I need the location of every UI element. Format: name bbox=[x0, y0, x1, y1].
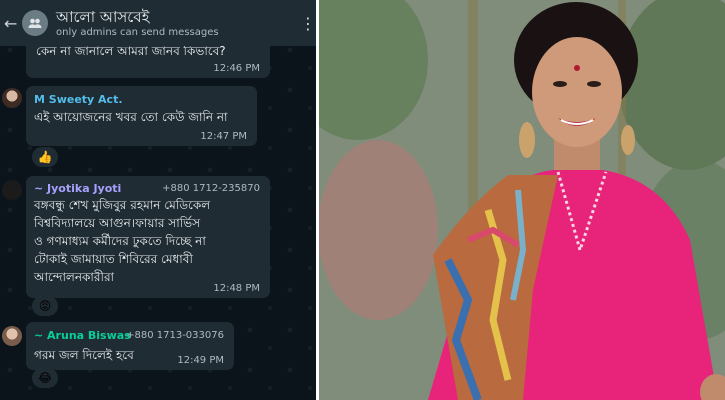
message-time: 12:48 PM bbox=[213, 283, 260, 294]
reaction-badge[interactable]: 👍 bbox=[32, 147, 58, 167]
message-text: এই আয়োজনের খবর তো কেউ জানি না bbox=[34, 110, 228, 124]
message-line: টোকাই জামায়াত শিবিরের মেধাবী bbox=[34, 252, 193, 266]
chat-title-area[interactable]: আলো আসবেই only admins can send messages bbox=[56, 8, 298, 39]
group-icon[interactable] bbox=[22, 10, 48, 36]
chat-header: ← আলো আসবেই only admins can send message… bbox=[0, 0, 318, 46]
avatar[interactable] bbox=[2, 180, 22, 200]
woman-portrait-illustration bbox=[318, 0, 725, 400]
message-time: 12:46 PM bbox=[213, 63, 260, 74]
message-line: ও গণমাধ্যম কর্মীদের ঢুকতে দিচ্ছে না bbox=[34, 234, 206, 248]
avatar[interactable] bbox=[2, 88, 22, 108]
portrait-photo bbox=[318, 0, 725, 400]
reaction-badge[interactable]: 😂 bbox=[32, 368, 58, 388]
message-line: বঙ্গবন্ধু শেখ মুজিবুর রহমান মেডিকেল bbox=[34, 198, 211, 212]
arrow-left-icon[interactable]: ← bbox=[4, 14, 18, 33]
message-bubble[interactable]: M Sweety Act. এই আয়োজনের খবর তো কেউ জান… bbox=[26, 86, 257, 146]
message-time: 12:47 PM bbox=[200, 131, 247, 142]
group-title: আলো আসবেই bbox=[56, 7, 150, 26]
message-line: আন্দোলনকারীরা bbox=[34, 270, 115, 284]
message-bubble[interactable]: ~ Aruna Biswas +880 1713-033076 গরম জল দ… bbox=[26, 322, 234, 370]
message-bubble[interactable]: ~ Jyotika Jyoti +880 1712-235870 বঙ্গবন্… bbox=[26, 176, 270, 298]
sender-phone: +880 1713-033076 bbox=[126, 330, 224, 341]
message-line: বিশ্ববিদ্যালয়ে আগুন।ফায়ার সার্ভিস bbox=[34, 216, 201, 230]
sender-name: M Sweety Act. bbox=[34, 93, 123, 106]
image-divider bbox=[316, 0, 319, 400]
more-vertical-icon[interactable]: ⋮ bbox=[298, 14, 318, 33]
message-text: গরম জল দিলেই হবে bbox=[34, 348, 134, 362]
avatar[interactable] bbox=[2, 326, 22, 346]
sender-phone: +880 1712-235870 bbox=[162, 183, 260, 194]
message-time: 12:49 PM bbox=[177, 355, 224, 366]
reaction-badge[interactable]: 😡 bbox=[32, 296, 58, 316]
sender-name: ~ Jyotika Jyoti bbox=[34, 182, 122, 195]
whatsapp-chat-screenshot: ← আলো আসবেই only admins can send message… bbox=[0, 0, 318, 400]
group-subtitle: only admins can send messages bbox=[56, 26, 219, 38]
sender-name: ~ Aruna Biswas bbox=[34, 329, 131, 342]
